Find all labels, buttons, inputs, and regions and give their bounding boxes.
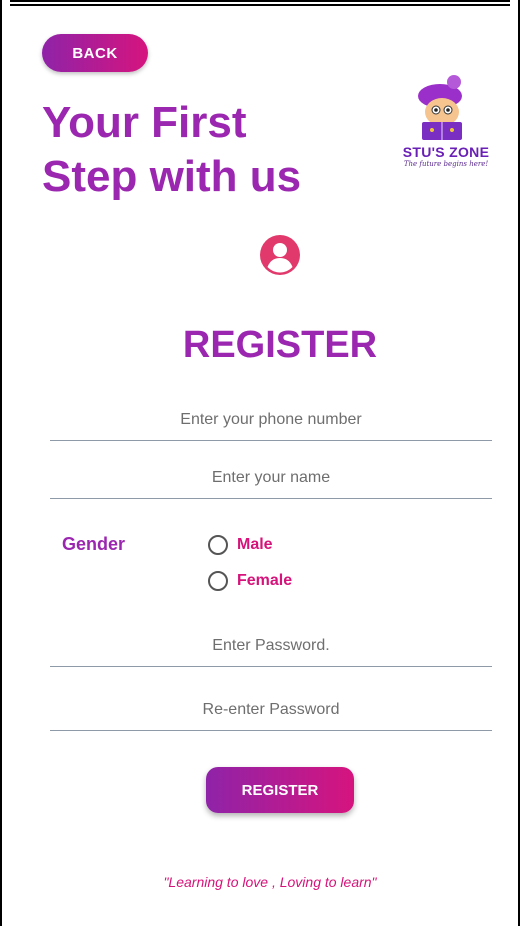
phone-number-input[interactable] [50,400,492,441]
password-input[interactable] [50,626,492,667]
gender-option-male[interactable]: Male [208,532,273,558]
radio-unchecked-icon[interactable] [208,571,228,591]
headline-line-2: Step with us [42,152,302,201]
footer-quote: "Learning to love , Loving to learn" [163,874,377,890]
stus-zone-logo: STU'S ZONE The future begins here! [394,72,498,182]
page-headline: Your First Step with us [42,96,362,204]
back-button[interactable]: BACK [42,34,148,72]
logo-tagline: The future begins here! [403,160,489,168]
account-circle-icon [259,234,301,276]
mascot-logo-icon [418,75,462,140]
headline-line-1: Your First [42,98,247,147]
name-input[interactable] [50,458,492,499]
register-title: REGISTER [182,324,378,366]
gender-option-label: Female [237,572,293,589]
logo-brand-text: STU'S ZONE [402,144,490,160]
gender-option-female[interactable]: Female [208,568,292,594]
top-bar [10,0,510,6]
gender-option-label: Male [237,536,273,553]
register-button[interactable]: REGISTER [206,767,354,813]
reenter-password-input[interactable] [50,690,492,731]
gender-label: Gender [62,534,126,554]
radio-unchecked-icon[interactable] [208,535,228,555]
